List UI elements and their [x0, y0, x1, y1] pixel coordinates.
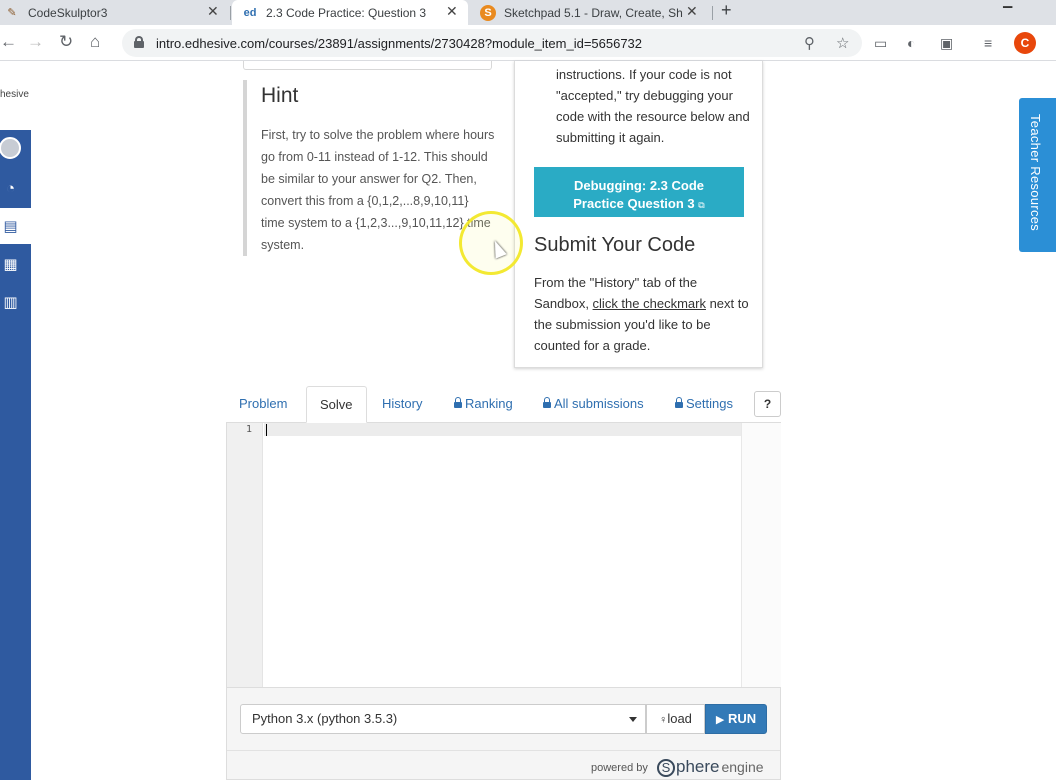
lock-icon — [454, 397, 462, 409]
nav-courses[interactable]: ▤ — [0, 208, 31, 244]
cast-icon[interactable]: ▭ — [874, 35, 887, 52]
brand-logo-text: hesive — [0, 89, 29, 100]
play-icon: ▶ — [715, 714, 725, 726]
courses-icon: ▤ — [3, 218, 18, 235]
line-number: 1 — [245, 424, 252, 435]
tab-solve[interactable]: Solve — [306, 386, 367, 423]
nav-account[interactable] — [0, 130, 31, 166]
home-icon[interactable]: ⌂ — [90, 32, 100, 52]
engine-logo-word: engine — [721, 759, 764, 775]
tab-settings-label: Settings — [686, 396, 733, 411]
browser-tab-bar: ✎ CodeSkulptor3 ✕ ed 2.3 Code Practice: … — [0, 0, 1056, 25]
tab-separator — [230, 6, 231, 20]
sphere-s-icon: S — [657, 759, 675, 777]
tab-settings[interactable]: Settings — [675, 386, 733, 423]
print-margin — [741, 423, 781, 687]
chevron-down-icon — [629, 717, 637, 722]
language-select-value: Python 3.x (python 3.5.3) — [252, 711, 398, 726]
left-nav-rail: ◔ ▤ ▦ ▥ — [0, 130, 31, 780]
forward-arrow-icon[interactable]: → — [27, 32, 44, 52]
debugging-resource-button[interactable]: Debugging: 2.3 Code Practice Question 3 … — [534, 167, 744, 217]
click-checkmark-link[interactable]: click the checkmark — [593, 296, 706, 311]
teacher-resources-tab[interactable]: Teacher Resources — [1019, 98, 1056, 252]
external-link-icon: ⧉ — [698, 200, 705, 210]
edhesive-favicon-icon: ed — [243, 6, 257, 19]
quill-icon: ✎ — [7, 7, 17, 19]
inbox-icon: ▥ — [3, 294, 18, 311]
nav-calendar[interactable]: ▦ — [0, 246, 31, 282]
extension-circle-icon[interactable]: ◐ — [907, 35, 915, 51]
lock-icon — [675, 397, 683, 409]
hint-panel: Hint First, try to solve the problem whe… — [243, 80, 495, 256]
tab-title: Sketchpad 5.1 - Draw, Create, Sh — [504, 5, 683, 20]
footer-divider — [227, 750, 780, 751]
close-tab-icon[interactable]: ✕ — [446, 3, 458, 20]
sphere-logo-word: phere — [676, 757, 720, 776]
browser-toolbar: ← → ↻ ⌂ intro.edhesive.com/courses/23891… — [0, 25, 1056, 61]
dashboard-icon: ◔ — [5, 179, 16, 197]
lock-icon — [543, 397, 551, 409]
line-number-gutter: 1 — [227, 423, 263, 687]
browser-tab-codeskulptor[interactable]: ✎ CodeSkulptor3 ✕ — [0, 0, 228, 25]
tab-history[interactable]: History — [382, 386, 422, 423]
lock-icon — [134, 36, 144, 48]
calendar-icon: ▦ — [3, 256, 18, 273]
browser-tab-code-practice[interactable]: ed 2.3 Code Practice: Question 3 ✕ — [232, 0, 468, 25]
url-text: intro.edhesive.com/courses/23891/assignm… — [156, 36, 643, 51]
close-tab-icon[interactable]: ✕ — [207, 3, 219, 20]
media-queue-icon[interactable]: ≡ — [984, 35, 992, 51]
tab-title: CodeSkulptor3 — [28, 5, 108, 20]
submit-code-title: Submit Your Code — [534, 234, 696, 256]
sphere-engine-logo: Sphere engine — [657, 757, 764, 777]
code-editor[interactable]: 1 — [226, 423, 781, 688]
instructions-card: instructions. If your code is not "accep… — [514, 61, 763, 368]
submit-instructions: From the "History" tab of the Sandbox, c… — [534, 272, 749, 356]
load-label: load — [667, 711, 692, 726]
profile-avatar[interactable]: C — [1014, 32, 1036, 54]
tab-problem[interactable]: Problem — [239, 386, 287, 423]
bookmark-star-icon[interactable]: ☆ — [836, 34, 849, 52]
tab-ranking-label: Ranking — [465, 396, 513, 411]
zoom-icon[interactable]: ⚲ — [804, 34, 815, 52]
active-line-highlight — [264, 423, 741, 436]
close-tab-icon[interactable]: ✕ — [686, 3, 698, 20]
run-label: RUN — [727, 711, 757, 726]
tab-ranking[interactable]: Ranking — [454, 386, 513, 423]
debug-button-line1: Debugging: 2.3 Code — [574, 178, 704, 193]
browser-tab-sketchpad[interactable]: S Sketchpad 5.1 - Draw, Create, Sh ✕ — [472, 0, 712, 25]
run-button[interactable]: ▶ RUN — [705, 704, 767, 734]
address-bar[interactable]: intro.edhesive.com/courses/23891/assignm… — [122, 29, 862, 57]
nav-dashboard[interactable]: ◔ — [0, 170, 31, 206]
load-button[interactable]: ♀load — [646, 704, 705, 734]
tab-all-submissions-label: All submissions — [554, 396, 644, 411]
tab-title: 2.3 Code Practice: Question 3 — [266, 5, 427, 20]
tab-separator — [712, 6, 713, 20]
back-arrow-icon[interactable]: ← — [0, 32, 17, 52]
teacher-resources-label: Teacher Resources — [1028, 114, 1043, 232]
sketchpad-favicon-icon: S — [480, 4, 496, 21]
language-select[interactable]: Python 3.x (python 3.5.3) — [240, 704, 646, 734]
screen-share-icon[interactable]: ▣ — [940, 35, 953, 52]
text-caret — [266, 424, 267, 436]
help-button[interactable]: ? — [754, 391, 781, 417]
reload-icon[interactable]: ↻ — [59, 32, 73, 52]
debug-button-line2: Practice Question 3 — [573, 196, 695, 211]
tab-all-submissions[interactable]: All submissions — [543, 386, 644, 423]
window-minimize-icon[interactable]: ▁ — [1003, 0, 1012, 8]
avatar-icon — [0, 137, 21, 159]
new-tab-button[interactable]: + — [721, 0, 732, 21]
powered-by-text: powered by — [591, 762, 648, 774]
editor-footer: Python 3.x (python 3.5.3) ♀load ▶ RUN po… — [226, 688, 781, 780]
instructions-text: instructions. If your code is not "accep… — [556, 67, 750, 145]
hint-title: Hint — [261, 84, 299, 107]
previous-card-edge — [243, 61, 492, 70]
editor-tab-bar: Problem Solve History Ranking All submis… — [226, 386, 781, 423]
nav-inbox[interactable]: ▥ — [0, 284, 31, 320]
